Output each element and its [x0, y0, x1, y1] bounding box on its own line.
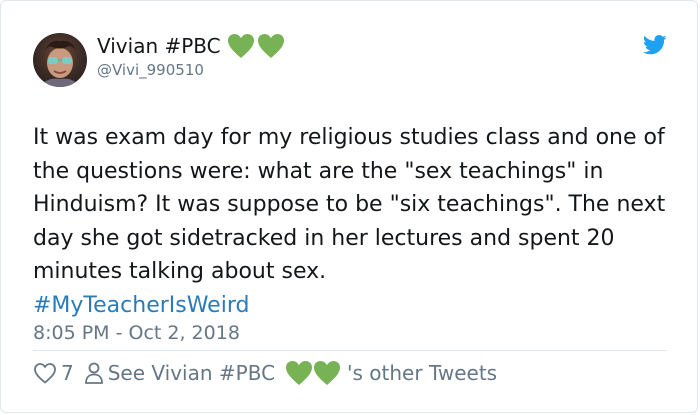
- green-heart-icon: [285, 360, 313, 386]
- hashtag-link[interactable]: #MyTeacherIsWeird: [33, 293, 249, 318]
- user-handle[interactable]: @Vivi_990510: [97, 61, 204, 79]
- name-emojis: [227, 33, 285, 59]
- profile-link-prefix: See Vivian #PBC: [107, 361, 276, 385]
- twitter-bird-icon[interactable]: [643, 35, 667, 59]
- avatar[interactable]: [33, 33, 87, 87]
- tweet-actions: 7 See Vivian #PBC 's other Tweets: [33, 358, 497, 388]
- tweet-timestamp[interactable]: 8:05 PM - Oct 2, 2018: [33, 322, 240, 344]
- name-row: Vivian #PBC: [97, 33, 285, 59]
- profile-link-suffix: 's other Tweets: [347, 361, 498, 385]
- see-other-tweets-link[interactable]: See Vivian #PBC 's other Tweets: [84, 360, 497, 386]
- heart-outline-icon: [33, 362, 57, 384]
- tweet-text: It was exam day for my religious studies…: [33, 121, 673, 322]
- divider: [33, 350, 667, 351]
- green-heart-icon: [313, 360, 341, 386]
- tweet-card: Vivian #PBC @Vivi_990510 It was exam day…: [0, 0, 698, 413]
- green-heart-icon: [257, 33, 285, 59]
- green-heart-icon: [227, 33, 255, 59]
- tweet-body: It was exam day for my religious studies…: [33, 125, 666, 284]
- like-count: 7: [61, 361, 74, 385]
- like-button[interactable]: 7: [33, 361, 74, 385]
- person-icon: [84, 361, 104, 385]
- inline-emojis: [285, 360, 341, 386]
- display-name[interactable]: Vivian #PBC: [97, 33, 221, 59]
